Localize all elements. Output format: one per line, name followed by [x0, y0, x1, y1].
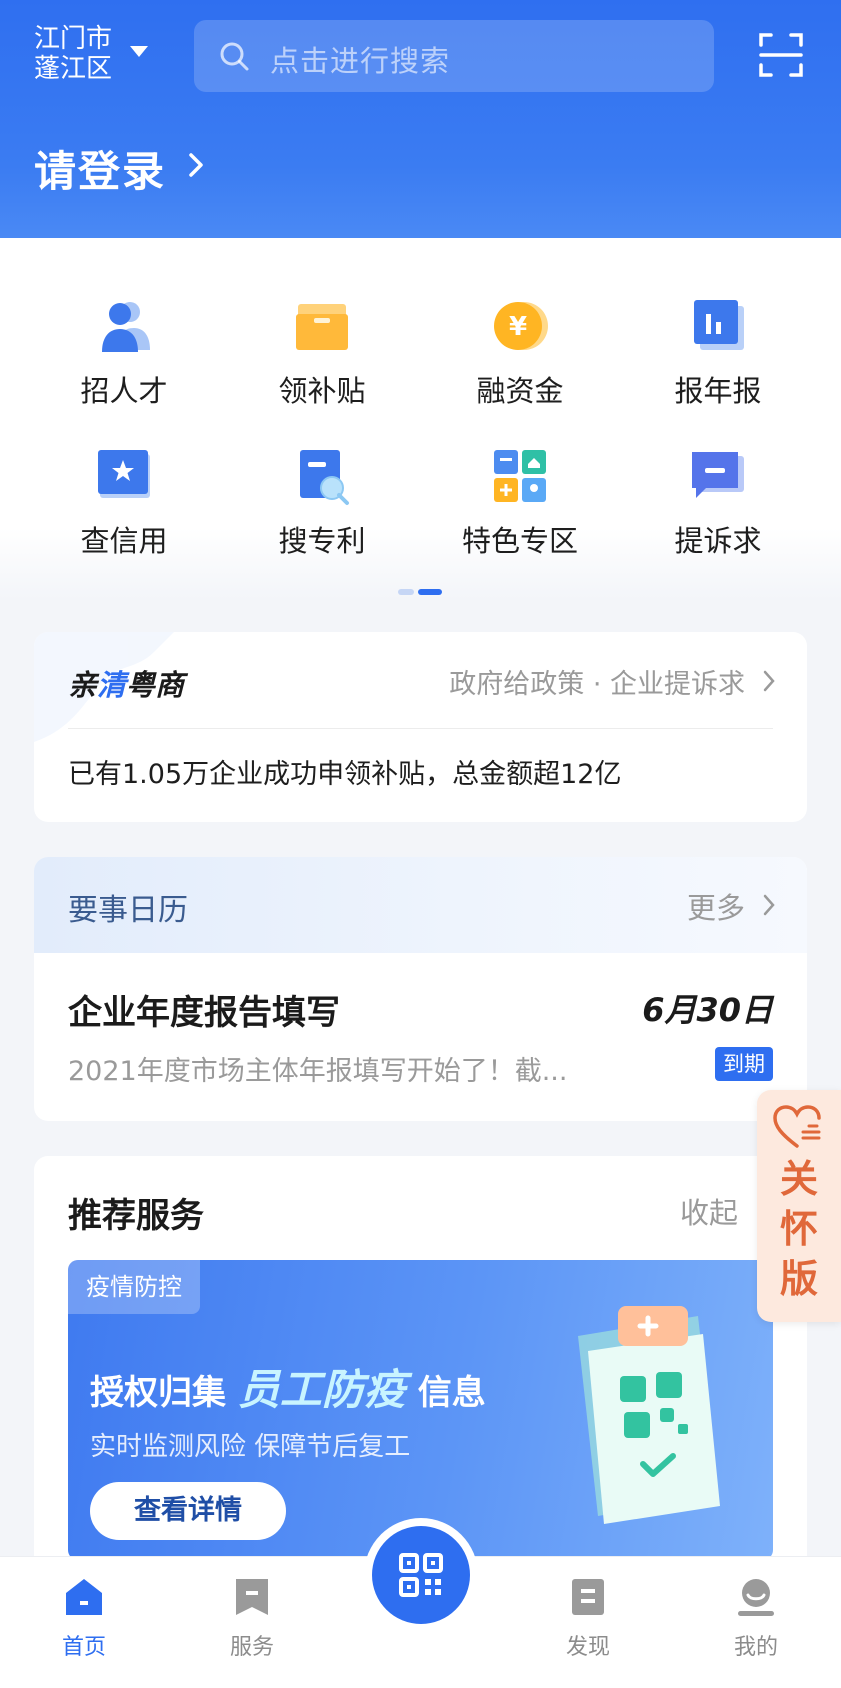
- page-dot-active: [418, 589, 442, 595]
- calendar-event-desc: 2021年度市场主体年报填写开始了！截...: [68, 1056, 568, 1087]
- banner-headline: 授权归集 员工防疫 信息: [90, 1365, 486, 1414]
- status-badge: 到期: [715, 1047, 773, 1081]
- svg-text:¥: ¥: [509, 312, 527, 342]
- heart-hand-icon: [773, 1105, 821, 1148]
- credit-icon: [98, 450, 150, 498]
- calendar-more-link[interactable]: 更多: [687, 885, 745, 927]
- qinqing-message: 已有1.05万企业成功申领补贴，总金额超12亿: [68, 759, 622, 790]
- grid-item-patent[interactable]: 搜专利: [222, 446, 422, 576]
- appeal-icon: [692, 452, 744, 498]
- grid-item-recruit[interactable]: 招人才: [24, 296, 224, 426]
- view-details-button[interactable]: 查看详情: [90, 1482, 286, 1540]
- grid-item-label: 提诉求: [674, 524, 762, 558]
- calendar-title: 要事日历: [68, 893, 188, 928]
- search-input[interactable]: 点击进行搜索: [194, 20, 714, 92]
- annual-report-icon: [694, 300, 744, 350]
- grid-item-label: 招人才: [80, 374, 168, 408]
- search-icon: [220, 42, 249, 71]
- special-zone-icon: [494, 450, 546, 502]
- calendar-event-title[interactable]: 企业年度报告填写: [68, 985, 340, 1034]
- grid-item-label: 报年报: [674, 374, 762, 408]
- search-placeholder: 点击进行搜索: [270, 44, 451, 78]
- grid-item-appeal[interactable]: 提诉求: [618, 446, 818, 576]
- care-mode-label: 关 怀 版: [779, 1157, 818, 1301]
- quick-service-grid: 招人才 领补贴 ¥ 融资金 报年报 查信用 搜专利 特色专区 提诉求: [0, 238, 841, 600]
- divider: [68, 728, 773, 729]
- grid-item-subsidy[interactable]: 领补贴: [222, 296, 422, 426]
- tab-service[interactable]: 服务: [192, 1575, 312, 1661]
- qinqing-subtitle: 政府给政策 · 企业提诉求: [449, 669, 745, 700]
- discover-icon: [572, 1579, 604, 1615]
- grid-item-finance[interactable]: ¥ 融资金: [420, 296, 620, 426]
- calendar-event-date: 6月30日: [642, 991, 773, 1029]
- tab-label: 服务: [229, 1635, 274, 1660]
- login-link[interactable]: 请登录: [34, 138, 166, 199]
- chevron-right-icon[interactable]: [186, 150, 206, 180]
- banner-subtitle: 实时监测风险 保障节后复工: [90, 1432, 411, 1462]
- tab-mine[interactable]: 我的: [696, 1575, 816, 1661]
- grid-item-annual-report[interactable]: 报年报: [618, 296, 818, 426]
- recruit-icon: [102, 302, 150, 352]
- service-icon: [236, 1579, 268, 1615]
- scan-icon[interactable]: [758, 32, 804, 78]
- health-code-clipboard-icon: [578, 1306, 720, 1524]
- region-district: 蓬江区: [34, 54, 113, 84]
- chevron-right-icon[interactable]: [763, 894, 775, 916]
- qinqing-card[interactable]: 亲清粤商 政府给政策 · 企业提诉求 已有1.05万企业成功申领补贴，总金额超1…: [34, 632, 807, 822]
- qinqing-brand: 亲清粤商: [68, 668, 185, 702]
- grid-item-special-zone[interactable]: 特色专区: [420, 446, 620, 576]
- calendar-card: 要事日历 更多 企业年度报告填写 6月30日 2021年度市场主体年报填写开始了…: [34, 857, 807, 1121]
- tab-discover[interactable]: 发现: [528, 1575, 648, 1661]
- recommend-card: 推荐服务 收起 疫情防控 授权归集 员工防疫 信息 实时监测风险 保障节后复工 …: [34, 1156, 807, 1576]
- profile-icon: [738, 1579, 774, 1616]
- patent-icon: [300, 450, 349, 505]
- tab-label: 首页: [61, 1635, 106, 1660]
- chevron-down-icon[interactable]: [130, 46, 148, 57]
- collapse-button[interactable]: 收起: [680, 1190, 738, 1232]
- home-icon: [66, 1579, 102, 1615]
- recommend-title: 推荐服务: [68, 1196, 204, 1236]
- epidemic-banner[interactable]: 疫情防控 授权归集 员工防疫 信息 实时监测风险 保障节后复工 查看详情: [68, 1260, 773, 1560]
- subsidy-icon: [296, 304, 348, 350]
- grid-item-label: 查信用: [80, 524, 168, 558]
- care-mode-button[interactable]: 关 怀 版: [757, 1090, 841, 1322]
- grid-item-label: 领补贴: [278, 374, 366, 408]
- tab-label: 发现: [565, 1635, 610, 1660]
- banner-tag: 疫情防控: [68, 1260, 200, 1314]
- qr-code-icon: [399, 1553, 443, 1597]
- top-header: 江门市 蓬江区 点击进行搜索 请登录: [0, 0, 841, 238]
- tab-home[interactable]: 首页: [24, 1575, 144, 1661]
- finance-icon: ¥: [494, 302, 548, 350]
- grid-item-label: 搜专利: [278, 524, 366, 558]
- grid-item-label: 特色专区: [461, 524, 578, 558]
- grid-item-label: 融资金: [476, 374, 564, 408]
- grid-item-credit[interactable]: 查信用: [24, 446, 224, 576]
- tab-label: 我的: [733, 1635, 778, 1660]
- chevron-right-icon: [763, 670, 775, 692]
- qr-code-button[interactable]: [372, 1526, 470, 1624]
- page-dot: [398, 589, 414, 595]
